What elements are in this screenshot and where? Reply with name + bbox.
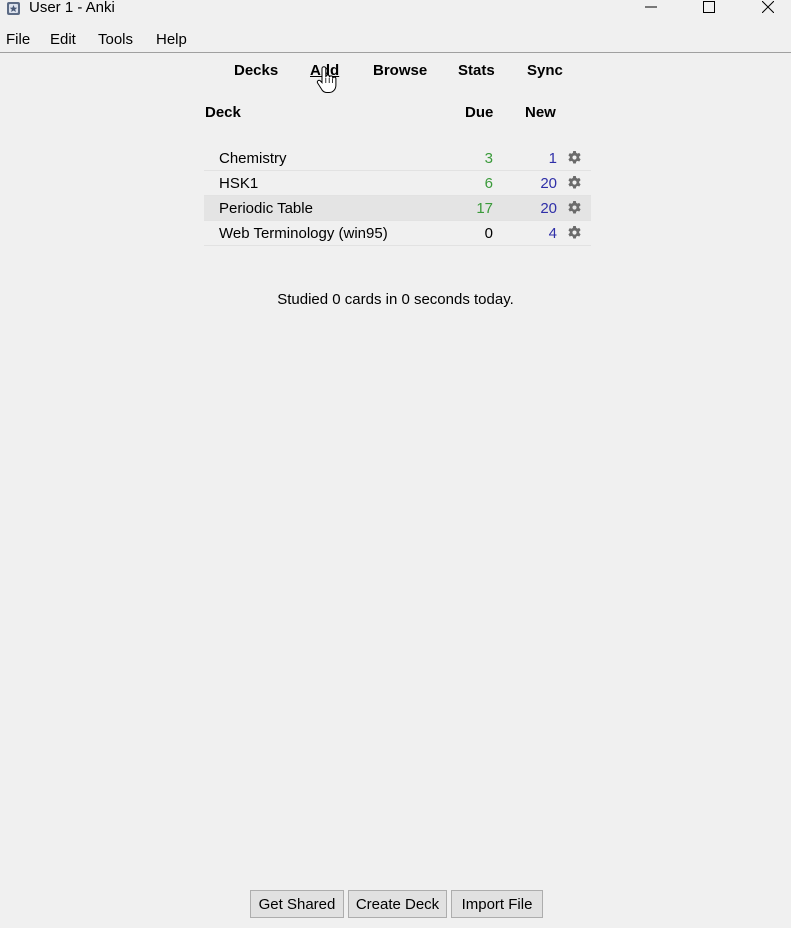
- gear-icon[interactable]: [567, 175, 582, 190]
- menu-edit[interactable]: Edit: [50, 31, 76, 48]
- maximize-icon: [703, 1, 715, 13]
- new-count: 20: [540, 175, 557, 192]
- import-file-button[interactable]: Import File: [451, 890, 543, 918]
- deck-row[interactable]: HSK1 6 20: [204, 171, 591, 196]
- bottom-bar: Get Shared Create Deck Import File: [0, 890, 791, 918]
- deck-name[interactable]: Chemistry: [219, 150, 287, 167]
- title-bar: User 1 - Anki: [0, 0, 791, 18]
- deck-name[interactable]: Periodic Table: [219, 200, 313, 217]
- deck-name[interactable]: HSK1: [219, 175, 258, 192]
- minimize-icon: [645, 6, 657, 8]
- anki-icon: [7, 2, 20, 15]
- close-button[interactable]: [748, 0, 788, 18]
- due-count: 3: [484, 150, 493, 167]
- column-header-due: Due: [465, 104, 494, 121]
- toolbar-link-browse[interactable]: Browse: [373, 62, 427, 79]
- gear-icon[interactable]: [567, 200, 582, 215]
- column-header-deck: Deck: [205, 104, 241, 121]
- new-count: 4: [548, 225, 557, 242]
- menu-help[interactable]: Help: [156, 31, 187, 48]
- gear-icon[interactable]: [567, 150, 582, 165]
- toolbar-link-stats[interactable]: Stats: [458, 62, 495, 79]
- deck-row[interactable]: Chemistry 3 1: [204, 146, 591, 171]
- deck-row-current[interactable]: Periodic Table 17 20: [204, 196, 591, 221]
- get-shared-button[interactable]: Get Shared: [250, 890, 344, 918]
- create-deck-button[interactable]: Create Deck: [348, 890, 447, 918]
- due-count: 17: [476, 200, 493, 217]
- due-count: 0: [484, 225, 493, 242]
- deck-name[interactable]: Web Terminology (win95): [219, 225, 388, 242]
- menu-bar: File Edit Tools Help: [0, 27, 791, 53]
- studied-summary: Studied 0 cards in 0 seconds today.: [277, 291, 514, 308]
- menu-file[interactable]: File: [6, 31, 30, 48]
- due-count: 6: [484, 175, 493, 192]
- toolbar-link-decks[interactable]: Decks: [234, 62, 278, 79]
- new-count: 1: [548, 150, 557, 167]
- top-toolbar: Decks Add Browse Stats Sync: [0, 62, 791, 84]
- new-count: 20: [540, 200, 557, 217]
- close-icon: [762, 1, 774, 13]
- column-header-new: New: [525, 104, 556, 121]
- maximize-button[interactable]: [689, 0, 729, 18]
- deck-row[interactable]: Web Terminology (win95) 0 4: [204, 221, 591, 246]
- window-title: User 1 - Anki: [29, 0, 115, 16]
- toolbar-link-sync[interactable]: Sync: [527, 62, 563, 79]
- hand-cursor-icon: [316, 66, 337, 93]
- minimize-button[interactable]: [631, 0, 671, 18]
- gear-icon[interactable]: [567, 225, 582, 240]
- menu-tools[interactable]: Tools: [98, 31, 133, 48]
